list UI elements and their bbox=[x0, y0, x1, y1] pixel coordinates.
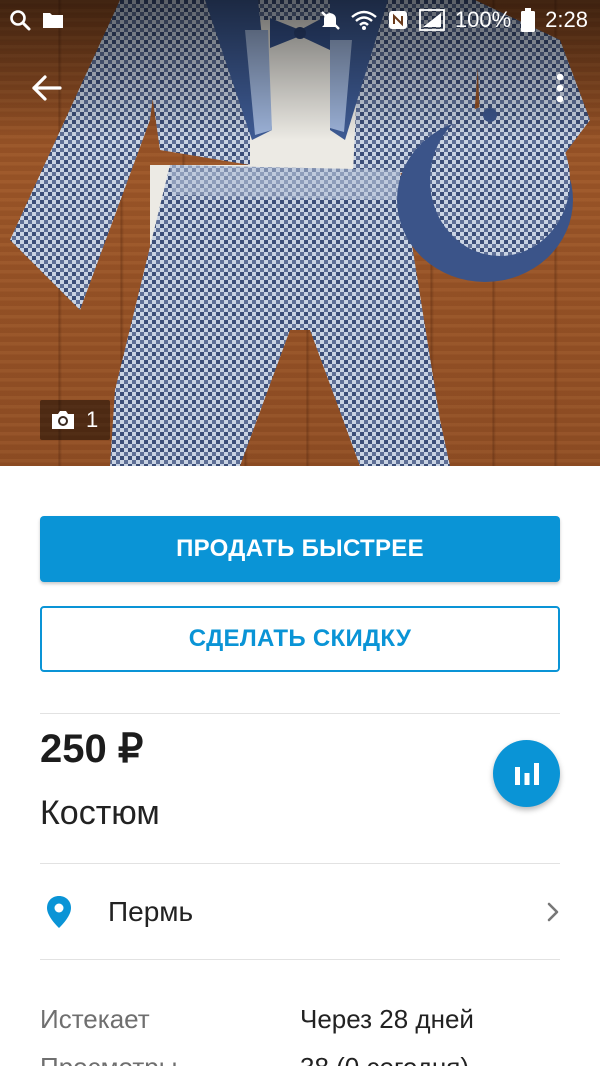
location-row[interactable]: Пермь bbox=[40, 864, 560, 960]
detail-label: Просмотры bbox=[40, 1052, 177, 1066]
battery-icon bbox=[521, 8, 536, 32]
camera-icon bbox=[52, 411, 74, 429]
more-options-button[interactable] bbox=[544, 68, 576, 108]
make-discount-button[interactable]: СДЕЛАТЬ СКИДКУ bbox=[40, 606, 560, 672]
listing-title: Костюм bbox=[40, 794, 160, 832]
battery-percent: 100% bbox=[454, 7, 512, 32]
folder-icon bbox=[42, 10, 64, 30]
wifi-icon bbox=[351, 9, 377, 31]
sell-faster-button[interactable]: ПРОДАТЬ БЫСТРЕЕ bbox=[40, 516, 560, 582]
detail-row-expires: Истекает Через 28 дней bbox=[40, 1004, 560, 1044]
more-vert-icon bbox=[556, 73, 564, 103]
detail-row-views: Просмотры 38 (0 сегодня) bbox=[40, 1052, 560, 1066]
back-button[interactable] bbox=[26, 68, 66, 108]
status-time: 2:28 bbox=[545, 7, 588, 32]
listing-photo[interactable]: 100% 2:28 1 bbox=[0, 0, 600, 466]
detail-value: 38 (0 сегодня) bbox=[300, 1052, 469, 1066]
divider bbox=[40, 713, 560, 714]
location-city: Пермь bbox=[108, 896, 194, 927]
arrow-left-icon bbox=[32, 75, 62, 101]
mute-icon bbox=[319, 9, 341, 31]
search-icon bbox=[8, 8, 32, 32]
nfc-icon bbox=[387, 9, 409, 31]
detail-value: Через 28 дней bbox=[300, 1004, 474, 1034]
listing-price: 250 ₽ bbox=[40, 727, 144, 771]
statistics-button[interactable] bbox=[493, 740, 560, 807]
photo-count: 1 bbox=[86, 407, 99, 432]
signal-icon bbox=[418, 9, 445, 31]
location-pin-icon bbox=[47, 896, 71, 928]
detail-label: Истекает bbox=[40, 1004, 150, 1034]
photo-counter[interactable]: 1 bbox=[40, 400, 110, 440]
status-bar: 100% 2:28 bbox=[0, 0, 600, 40]
divider bbox=[40, 959, 560, 960]
bar-chart-icon bbox=[514, 762, 539, 785]
chevron-right-icon bbox=[547, 902, 559, 922]
